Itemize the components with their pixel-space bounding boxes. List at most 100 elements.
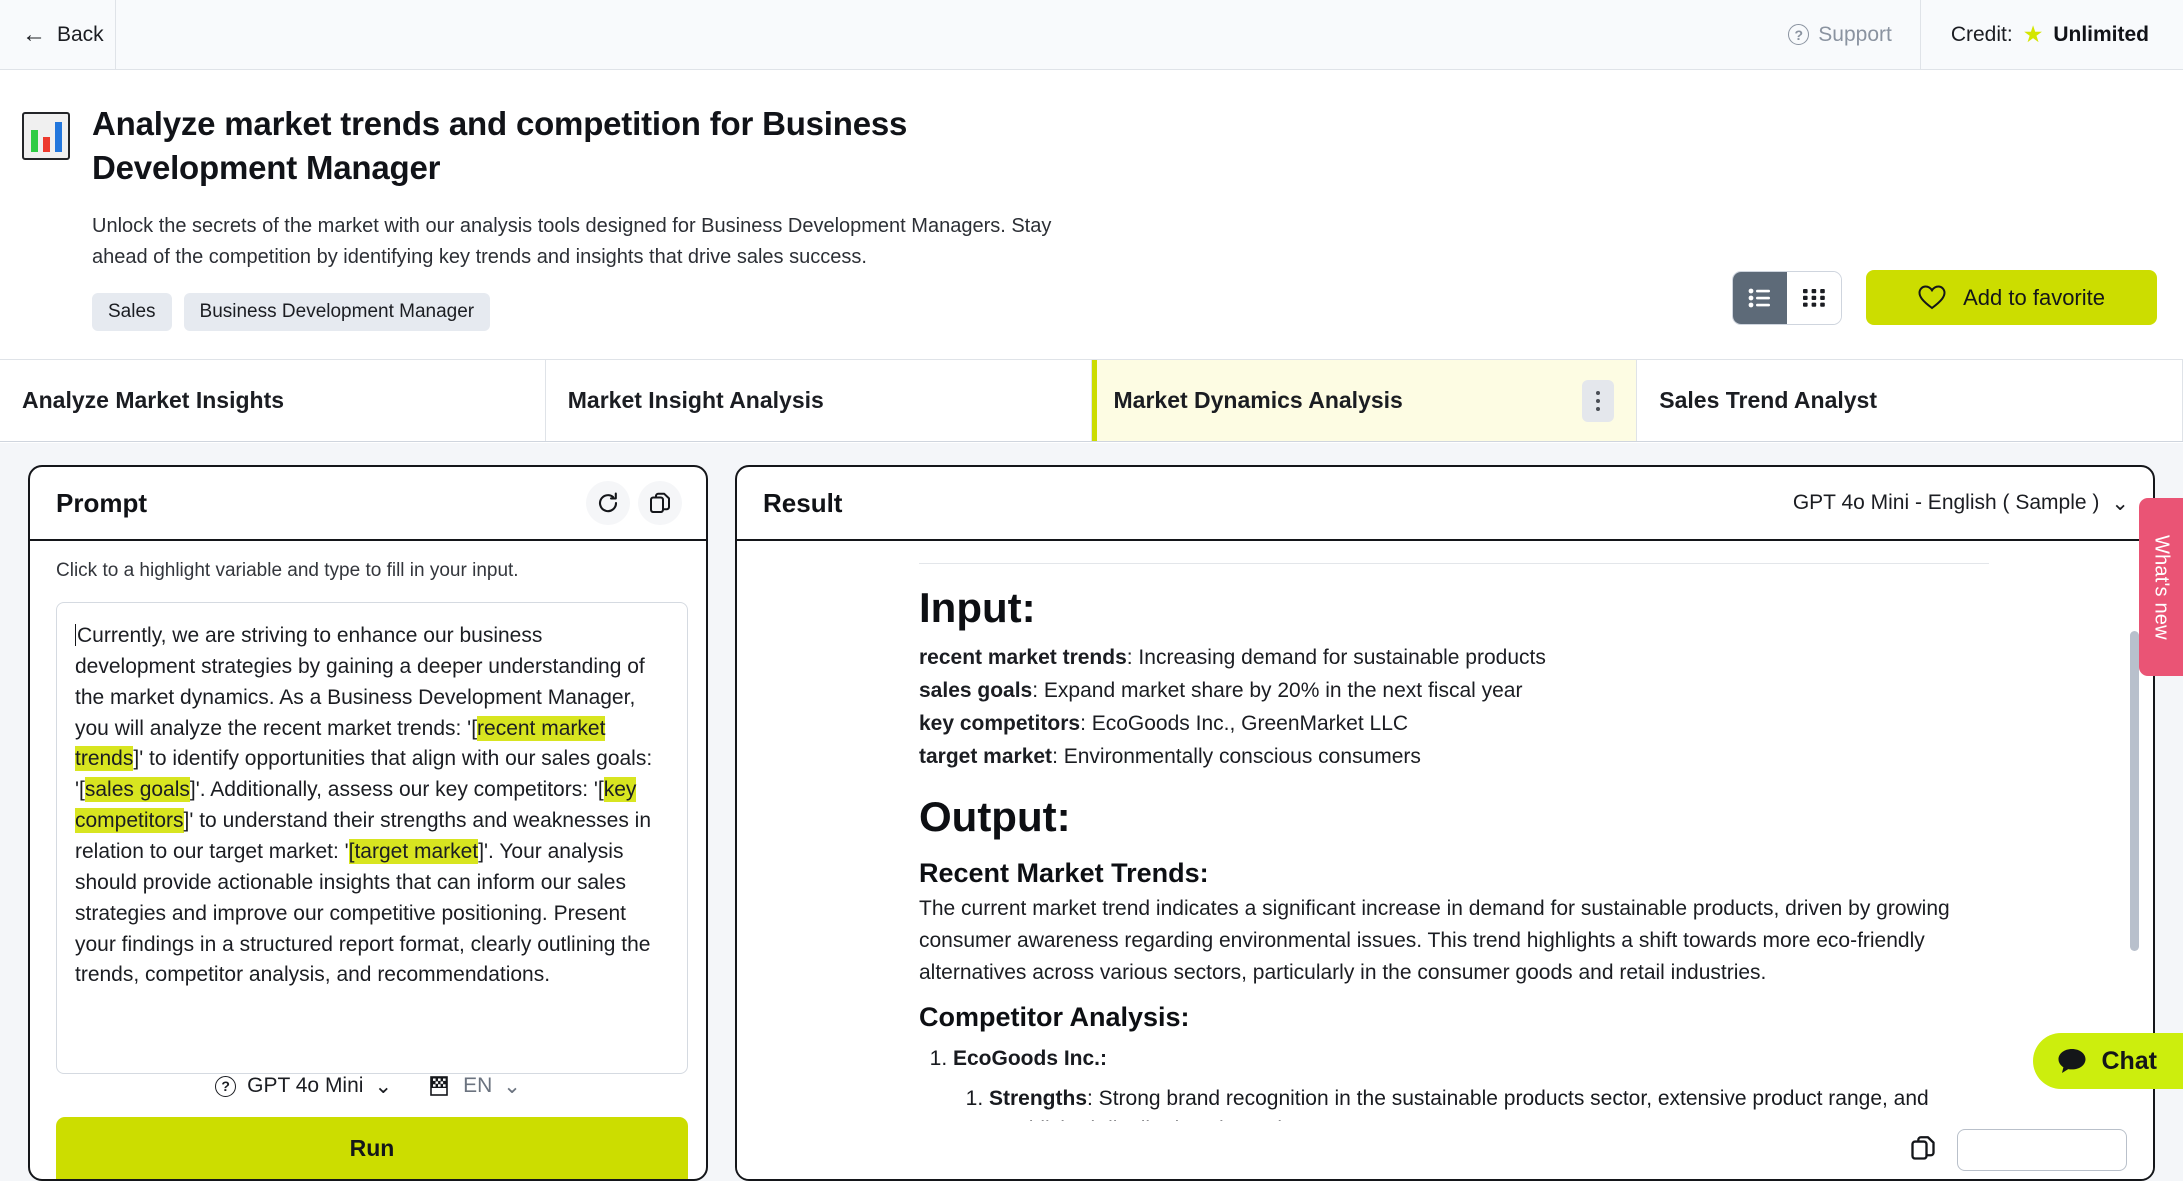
chevron-down-icon: ⌄ bbox=[374, 1074, 393, 1098]
copy-button[interactable] bbox=[638, 481, 682, 525]
competitor-point-label: Strengths bbox=[989, 1086, 1088, 1110]
competitor-analysis-heading: Competitor Analysis: bbox=[919, 1002, 1190, 1033]
credit-label: Credit: bbox=[1950, 22, 2013, 46]
result-document: Input: recent market trends: Increasing … bbox=[919, 563, 1989, 1179]
prompt-text-segment: ]'. Additionally, assess our key competi… bbox=[189, 778, 604, 802]
chat-button[interactable]: Chat bbox=[2033, 1033, 2183, 1089]
tab-label: Sales Trend Analyst bbox=[1659, 387, 1877, 413]
refresh-button[interactable] bbox=[586, 481, 630, 525]
grid-view-icon bbox=[1803, 288, 1825, 307]
result-scrollbar[interactable] bbox=[2130, 631, 2139, 951]
top-bar: ← Back ? Support Credit: ★ Unlimited bbox=[0, 0, 2183, 70]
question-mark-icon: ? bbox=[1788, 24, 1810, 45]
result-panel-header: Result GPT 4o Mini - English ( Sample ) … bbox=[737, 467, 2153, 541]
input-item-list: recent market trends: Increasing demand … bbox=[919, 641, 1989, 774]
input-item: key competitors: EcoGoods Inc., GreenMar… bbox=[919, 707, 1989, 740]
tab-label: Market Dynamics Analysis bbox=[1113, 387, 1403, 413]
back-button[interactable]: ← Back bbox=[0, 0, 116, 69]
flag-icon bbox=[430, 1076, 448, 1096]
result-panel-title: Result bbox=[763, 487, 843, 518]
prompt-panel-header: Prompt bbox=[30, 467, 706, 541]
header-actions: Add to favorite bbox=[1732, 270, 2157, 325]
model-selector[interactable]: ? GPT 4o Mini ⌄ bbox=[215, 1074, 392, 1099]
input-item-key: key competitors bbox=[919, 711, 1081, 735]
language-label: EN bbox=[463, 1074, 493, 1097]
prompt-footer: ? GPT 4o Mini ⌄ EN ⌄ Run bbox=[30, 1055, 706, 1179]
support-label: Support bbox=[1818, 22, 1892, 46]
credit-indicator: Credit: ★ Unlimited bbox=[1919, 0, 2183, 69]
whats-new-tab[interactable]: What's new bbox=[2139, 498, 2183, 676]
chevron-down-icon: ⌄ bbox=[503, 1074, 521, 1098]
prompt-input[interactable]: Currently, we are striving to enhance ou… bbox=[56, 602, 688, 1074]
prompt-hint: Click to a highlight variable and type t… bbox=[56, 560, 519, 581]
list-view-button[interactable] bbox=[1733, 271, 1788, 324]
question-mark-icon: ? bbox=[215, 1075, 237, 1097]
tab-label: Analyze Market Insights bbox=[22, 387, 285, 413]
prompt-panel-title: Prompt bbox=[56, 487, 147, 518]
top-bar-spacer bbox=[116, 0, 1760, 69]
input-item-value: : Expand market share by 20% in the next… bbox=[1032, 678, 1523, 702]
prompt-variable[interactable]: [target market bbox=[348, 839, 479, 865]
input-item: recent market trends: Increasing demand … bbox=[919, 641, 1989, 674]
support-button[interactable]: ? Support bbox=[1760, 0, 1920, 69]
run-button[interactable]: Run bbox=[56, 1117, 688, 1179]
result-footer bbox=[737, 1121, 2153, 1179]
page-title: Analyze market trends and competition fo… bbox=[92, 105, 908, 186]
arrow-left-icon: ← bbox=[22, 20, 46, 48]
copy-icon bbox=[1911, 1135, 1935, 1160]
tag-sales[interactable]: Sales bbox=[92, 293, 172, 332]
list-view-icon bbox=[1748, 288, 1771, 307]
page-description: Unlock the secrets of the market with ou… bbox=[92, 215, 1052, 269]
grid-view-button[interactable] bbox=[1787, 271, 1842, 324]
chat-bubble-icon bbox=[2058, 1049, 2086, 1073]
input-item-value: : Environmentally conscious consumers bbox=[1052, 745, 1421, 769]
input-item: target market: Environmentally conscious… bbox=[919, 740, 1989, 773]
title-row: Analyze market trends and competition fo… bbox=[0, 102, 2183, 189]
input-item-value: : EcoGoods Inc., GreenMarket LLC bbox=[1080, 711, 1409, 735]
prompt-controls: ? GPT 4o Mini ⌄ EN ⌄ bbox=[56, 1055, 680, 1117]
input-item: sales goals: Expand market share by 20% … bbox=[919, 674, 1989, 707]
whats-new-label: What's new bbox=[2150, 534, 2173, 640]
chat-label: Chat bbox=[2101, 1046, 2157, 1075]
tab-options-kebab-icon[interactable] bbox=[1582, 379, 1615, 422]
add-to-favorite-button[interactable]: Add to favorite bbox=[1866, 270, 2157, 325]
input-heading: Input: bbox=[919, 584, 1036, 631]
competitor-name: EcoGoods Inc.: bbox=[953, 1047, 1108, 1071]
copy-icon bbox=[650, 492, 670, 513]
tab-market-insight-analysis[interactable]: Market Insight Analysis bbox=[545, 360, 1092, 441]
output-heading: Output: bbox=[919, 793, 1071, 841]
page-header: Analyze market trends and competition fo… bbox=[0, 70, 2183, 360]
tab-analyze-market-insights[interactable]: Analyze Market Insights bbox=[0, 360, 546, 441]
input-item-key: sales goals bbox=[919, 678, 1033, 702]
result-content: Input: recent market trends: Increasing … bbox=[737, 541, 2153, 1179]
refresh-icon bbox=[598, 492, 618, 513]
chevron-down-icon: ⌄ bbox=[2111, 491, 2129, 515]
star-icon: ★ bbox=[2022, 21, 2044, 47]
language-selector[interactable]: EN ⌄ bbox=[428, 1074, 521, 1099]
bar-chart-icon bbox=[22, 112, 70, 160]
back-button-label: Back bbox=[57, 22, 104, 46]
input-item-value: : Increasing demand for sustainable prod… bbox=[1126, 645, 1546, 669]
prompt-panel: Prompt Click to a highlight variable and… bbox=[28, 465, 708, 1181]
model-label: GPT 4o Mini bbox=[247, 1074, 364, 1097]
result-action-button[interactable] bbox=[1957, 1129, 2127, 1171]
tab-market-dynamics-analysis[interactable]: Market Dynamics Analysis bbox=[1091, 360, 1638, 441]
result-model-label: GPT 4o Mini - English ( Sample ) bbox=[1792, 491, 2100, 514]
heart-icon bbox=[1918, 285, 1946, 310]
recent-market-trends-body: The current market trend indicates a sig… bbox=[919, 896, 1950, 984]
input-item-key: recent market trends bbox=[919, 645, 1127, 669]
add-to-favorite-label: Add to favorite bbox=[1963, 284, 2105, 310]
credit-value: Unlimited bbox=[2053, 22, 2149, 46]
recent-market-trends-heading: Recent Market Trends: bbox=[919, 857, 1209, 888]
result-panel: Result GPT 4o Mini - English ( Sample ) … bbox=[735, 465, 2155, 1181]
input-item-key: target market bbox=[919, 745, 1053, 769]
tab-bar: Analyze Market Insights Market Insight A… bbox=[0, 360, 2183, 442]
result-model-selector[interactable]: GPT 4o Mini - English ( Sample ) ⌄ bbox=[1793, 491, 2129, 516]
tab-sales-trend-analyst[interactable]: Sales Trend Analyst bbox=[1637, 360, 2183, 441]
text-caret bbox=[75, 624, 76, 646]
tag-business-development-manager[interactable]: Business Development Manager bbox=[183, 293, 491, 332]
view-toggle-group bbox=[1732, 270, 1843, 325]
prompt-variable[interactable]: sales goals bbox=[84, 777, 190, 803]
tab-label: Market Insight Analysis bbox=[567, 387, 824, 413]
result-copy-button[interactable] bbox=[1909, 1134, 1937, 1167]
